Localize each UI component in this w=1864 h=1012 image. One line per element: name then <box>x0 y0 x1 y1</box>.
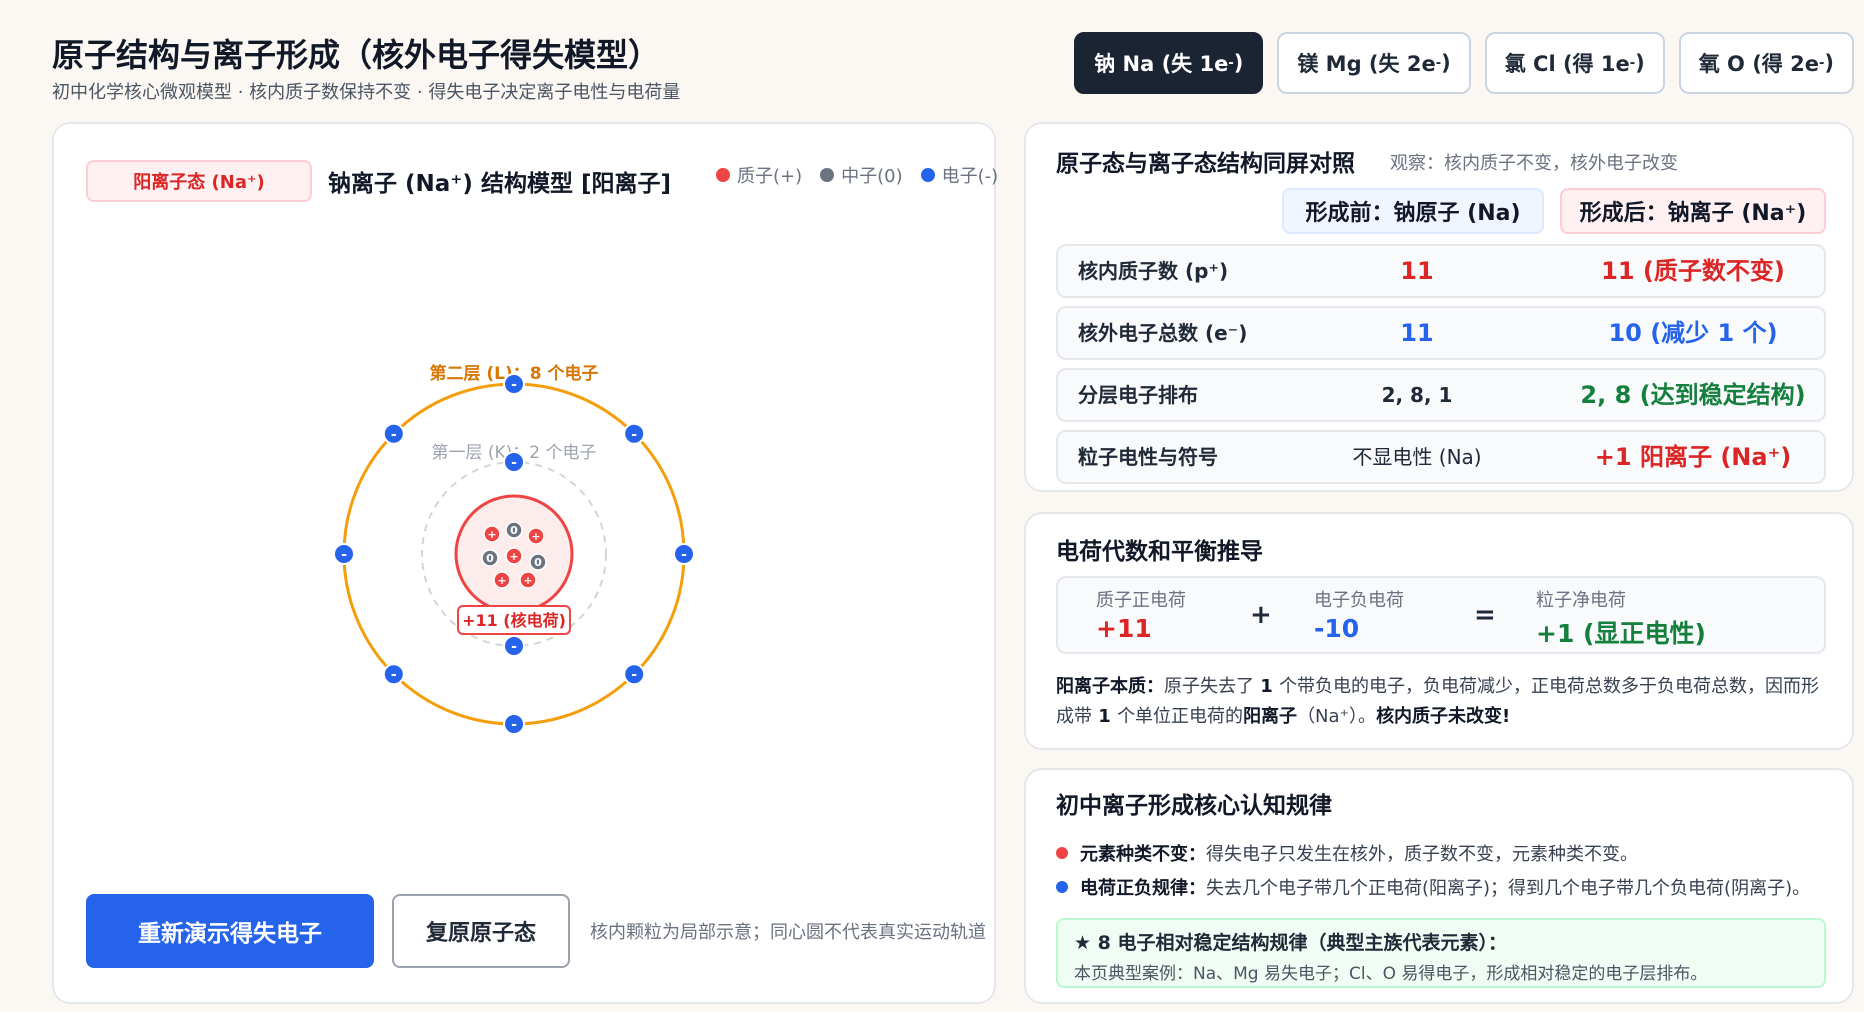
page-subtitle: 初中化学核心微观模型 · 核内质子数保持不变 · 得失电子决定离子电性与电荷量 <box>52 82 681 103</box>
tab-sodium[interactable]: 钠 Na (失 1e -) <box>1074 32 1264 94</box>
comparison-title: 原子态与离子态结构同屏对照 <box>1056 151 1355 177</box>
proton: + <box>493 571 511 589</box>
charge-title: 电荷代数和平衡推导 <box>1056 539 1263 565</box>
neutron: 0 <box>529 553 547 571</box>
svg-text:-: - <box>511 639 517 655</box>
table-row: 粒子电性与符号 不显电性 (Na) +1 阳离子 (Na⁺) <box>1056 430 1826 484</box>
bullet-icon <box>1056 847 1068 859</box>
comparison-hint: 观察：核内质子不变，核外电子改变 <box>1390 153 1678 174</box>
neutron: 0 <box>481 549 499 567</box>
comparison-panel: 原子态与离子态结构同屏对照 观察：核内质子不变，核外电子改变 形成前：钠原子 (… <box>1024 122 1854 492</box>
svg-text:+: + <box>487 528 496 541</box>
neutron: 0 <box>505 521 523 539</box>
svg-text:+: + <box>531 530 540 543</box>
rule-item: 元素种类不变：得失电子只发生在核外，质子数不变，元素种类不变。 <box>1056 840 1638 866</box>
svg-text:+: + <box>523 574 532 587</box>
tab-magnesium[interactable]: 镁 Mg (失 2e -) <box>1277 32 1471 94</box>
electron-dot-icon <box>920 168 935 182</box>
electron-charge-value: -10 <box>1314 614 1360 643</box>
model-title: 钠离子 (Na⁺) 结构模型 [阳离子] <box>328 171 671 197</box>
legend-proton: 质子(+) <box>716 162 802 188</box>
table-row: 核内质子数 (p⁺) 11 11 (质子数不变) <box>1056 244 1826 298</box>
electron: - <box>673 543 695 565</box>
proton: + <box>519 571 537 589</box>
electron: - <box>333 543 355 565</box>
charge-derivation-panel: 电荷代数和平衡推导 质子正电荷 +11 + 电子负电荷 -10 = 粒子净电荷 … <box>1024 512 1854 750</box>
proton: + <box>505 547 523 565</box>
ion-essence-text: 阳离子本质：原子失去了 1 个带负电的电子，负电荷减少，正电荷总数多于负电荷总数… <box>1056 676 1820 727</box>
electron: - <box>503 373 525 395</box>
nucleus-label: +11 (核电荷) <box>462 611 566 630</box>
svg-text:-: - <box>681 547 687 563</box>
legend-electron: 电子(-) <box>920 162 998 188</box>
table-row: 核外电子总数 (e⁻) 11 10 (减少 1 个) <box>1056 306 1826 360</box>
svg-text:0: 0 <box>534 556 542 569</box>
electron: - <box>382 422 405 445</box>
state-badge: 阳离子态 (Na⁺) <box>86 160 312 202</box>
replay-button[interactable]: 重新演示得失电子 <box>86 894 374 968</box>
atom-diagram: 第二层 (L)：8 个电子 第一层 (K)：2 个电子 +0+0+0++ +11… <box>333 363 695 735</box>
svg-text:0: 0 <box>510 524 518 537</box>
charge-equation: 质子正电荷 +11 + 电子负电荷 -10 = 粒子净电荷 +1 (显正电性) <box>1056 576 1826 654</box>
electron: - <box>382 663 405 686</box>
legend-neutron: 中子(0) <box>820 162 903 188</box>
electron: - <box>623 422 646 445</box>
svg-text:-: - <box>511 455 517 471</box>
element-tabs: 钠 Na (失 1e -) 镁 Mg (失 2e -) 氯 Cl (得 1e -) 氧… <box>1074 32 1854 94</box>
neutron-dot-icon <box>820 168 835 182</box>
particle-legend: 质子(+) 中子(0) 电子(-) <box>716 162 998 188</box>
tab-oxygen[interactable]: 氧 O (得 2e -) <box>1678 32 1854 94</box>
svg-text:0: 0 <box>486 552 494 565</box>
atom-model-panel: 阳离子态 (Na⁺) 钠离子 (Na⁺) 结构模型 [阳离子] 质子(+) 中子… <box>52 122 998 1004</box>
tab-chlorine[interactable]: 氯 Cl (得 1e -) <box>1484 32 1665 94</box>
proton: + <box>483 525 501 543</box>
svg-text:-: - <box>391 427 397 443</box>
page-title: 原子结构与离子形成（核外电子得失模型） <box>52 36 661 74</box>
electron: - <box>503 451 525 473</box>
electron: - <box>503 713 525 735</box>
rule-item: 电荷正负规律：失去几个电子带几个正电荷(阳离子)；得到几个电子带几个负电荷(阴离… <box>1056 874 1810 900</box>
svg-text:-: - <box>341 547 347 563</box>
stable-structure-rule: ★ 8 电子相对稳定结构规律（典型主族代表元素）： 本页典型案例：Na、Mg 易… <box>1056 918 1826 988</box>
proton-dot-icon <box>716 168 730 182</box>
svg-text:-: - <box>511 717 517 733</box>
svg-text:-: - <box>631 667 637 683</box>
column-after: 形成后：钠离子 (Na⁺) <box>1560 188 1826 234</box>
proton: + <box>527 527 545 545</box>
electron: - <box>503 635 525 657</box>
svg-text:+: + <box>497 574 506 587</box>
svg-text:-: - <box>511 377 517 393</box>
net-charge-value: +1 (显正电性) <box>1536 619 1706 648</box>
svg-text:-: - <box>391 667 397 683</box>
rules-panel: 初中离子形成核心认知规律 元素种类不变：得失电子只发生在核外，质子数不变，元素种… <box>1024 768 1854 1004</box>
table-row: 分层电子排布 2, 8, 1 2, 8 (达到稳定结构) <box>1056 368 1826 422</box>
bullet-icon <box>1056 881 1068 893</box>
electron: - <box>623 663 646 686</box>
rules-title: 初中离子形成核心认知规律 <box>1056 793 1332 819</box>
model-note: 核内颗粒为局部示意；同心圆不代表真实运动轨道 <box>590 922 986 943</box>
svg-text:-: - <box>631 427 637 443</box>
star-icon: ★ <box>1074 932 1092 954</box>
svg-text:+: + <box>509 550 518 563</box>
column-before: 形成前：钠原子 (Na) <box>1282 188 1544 234</box>
reset-atom-button[interactable]: 复原原子态 <box>392 894 570 968</box>
proton-charge-value: +11 <box>1096 614 1152 643</box>
